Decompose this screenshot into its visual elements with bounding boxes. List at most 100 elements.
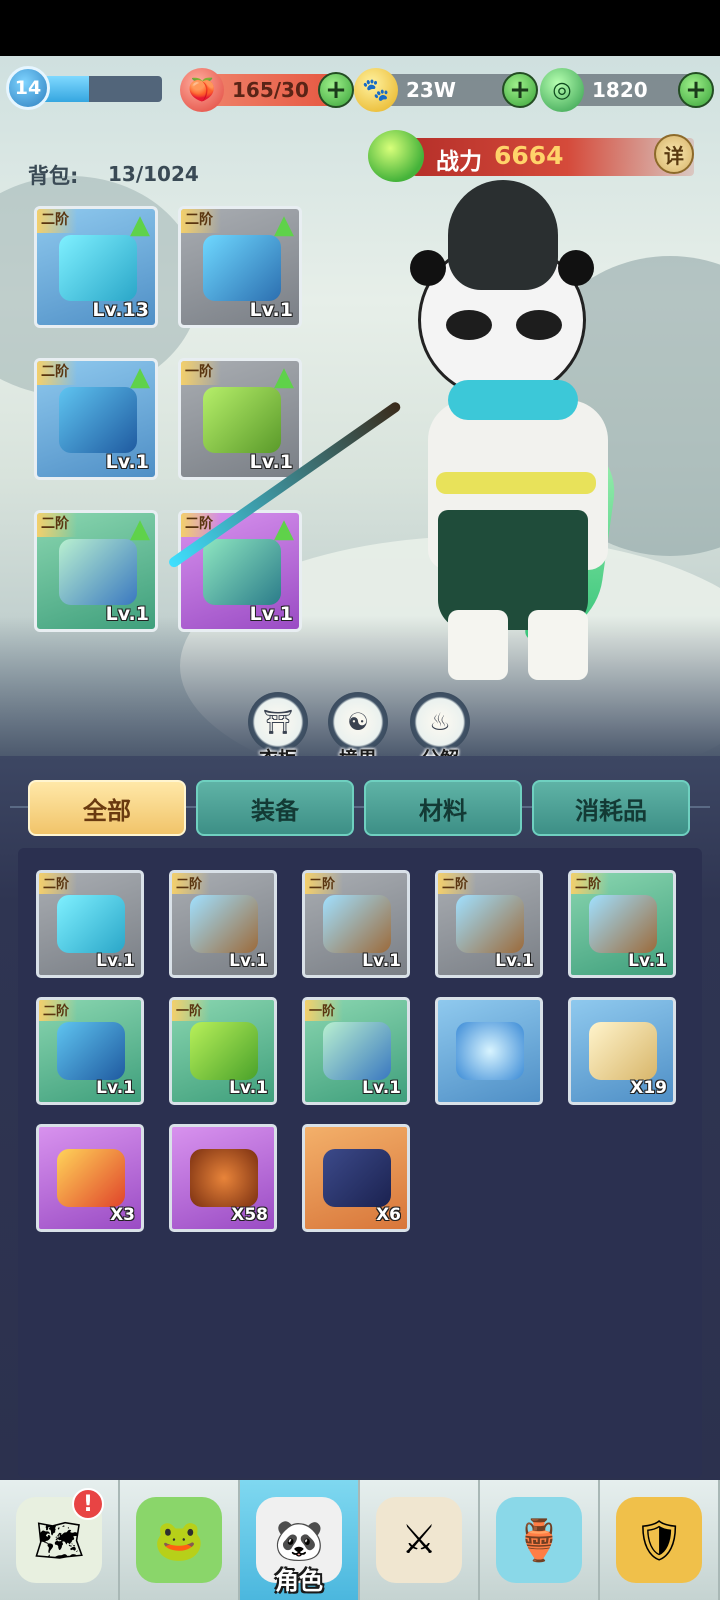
character-belt: [436, 472, 596, 494]
stamina-counter: 🍑 165/30 +: [180, 68, 354, 112]
nav-panda-hat[interactable]: 🐼 角色: [240, 1480, 360, 1600]
paw-coin-icon: 🐾: [354, 68, 398, 112]
character-scarf: [448, 380, 578, 420]
inventory-item-quiver[interactable]: 二阶 Lv.1: [435, 870, 543, 978]
add-jade-button[interactable]: +: [678, 72, 714, 108]
tier-badge: 二阶: [305, 873, 344, 894]
inventory-item-roast-chicken[interactable]: X58: [169, 1124, 277, 1232]
gold-value: 23W: [406, 78, 456, 102]
equipped-belt-slot[interactable]: 一阶 ▲ Lv.1: [178, 358, 302, 480]
bottom-navigation: 🗺! 🐸 🐼 角色 ⚔ 🏺 🛡: [0, 1480, 720, 1600]
nav-gourd[interactable]: 🏺: [480, 1480, 600, 1600]
peach-icon: 🍑: [180, 68, 224, 112]
armor-icon: [59, 387, 137, 453]
tier-badge: 二阶: [571, 873, 610, 894]
character-ear: [410, 250, 446, 286]
inventory-item-sword[interactable]: 二阶 Lv.1: [36, 870, 144, 978]
inventory-section: 全部 装备 材料 消耗品 二阶 Lv.1 二阶 Lv.1 二阶 Lv.1 二阶 Lv.1 二阶 L…: [0, 756, 720, 1480]
character-eye: [516, 310, 562, 340]
inventory-item-book[interactable]: X6: [302, 1124, 410, 1232]
realm-icon: ☯: [328, 692, 388, 752]
tab-all[interactable]: 全部: [28, 780, 186, 836]
nav-shield-paw[interactable]: 🛡: [600, 1480, 720, 1600]
player-level: 14: [14, 77, 42, 99]
upgrade-arrow-icon: ▲: [130, 362, 150, 392]
tab-materials-label: 材料: [419, 796, 467, 825]
inventory-item-scroll[interactable]: X19: [568, 997, 676, 1105]
tier-badge: 二阶: [39, 873, 78, 894]
combat-power: 战力 6664 详: [368, 130, 694, 182]
upgrade-arrow-icon: ▲: [130, 514, 150, 544]
equipped-bracer-slot[interactable]: 二阶 ▲ Lv.1: [34, 510, 158, 632]
tab-all-label: 全部: [83, 796, 131, 825]
nav-frog-coin[interactable]: 🐸: [120, 1480, 240, 1600]
shoulder-icon: [203, 235, 281, 301]
bag-count: 13/1024: [108, 162, 199, 186]
player-level-badge[interactable]: 14: [6, 66, 50, 110]
tab-equipment-label: 装备: [251, 796, 299, 825]
combat-power-label: 战力: [436, 149, 482, 175]
tab-materials[interactable]: 材料: [364, 780, 522, 836]
nav-crossed-swords[interactable]: ⚔: [360, 1480, 480, 1600]
crossed-swords-icon: ⚔: [376, 1497, 462, 1583]
tab-consumables[interactable]: 消耗品: [532, 780, 690, 836]
tier-badge: 一阶: [181, 361, 221, 385]
item-quantity: X58: [231, 1205, 268, 1225]
equipped-armor-slot[interactable]: 二阶 ▲ Lv.1: [34, 358, 158, 480]
nav-map[interactable]: 🗺!: [0, 1480, 120, 1600]
item-level: Lv.1: [105, 603, 149, 625]
combat-power-value: 6664: [494, 141, 564, 170]
sword-icon: [59, 235, 137, 301]
xp-bar: [40, 76, 162, 102]
equipped-boots-slot[interactable]: 二阶 ▲ Lv.1: [178, 510, 302, 632]
power-detail-button[interactable]: 详: [654, 134, 694, 174]
tier-badge: 二阶: [37, 361, 77, 385]
quiver-icon: [190, 895, 258, 953]
tier-badge: 二阶: [39, 1000, 78, 1021]
equipped-sword-slot[interactable]: 二阶 ▲ Lv.13: [34, 206, 158, 328]
item-level: Lv.1: [96, 1078, 135, 1098]
helmet-icon: [190, 1022, 258, 1080]
equipped-shoulder-slot[interactable]: 二阶 ▲ Lv.1: [178, 206, 302, 328]
tier-badge: 二阶: [181, 209, 221, 233]
armor-icon: [57, 1022, 125, 1080]
jade-orb-icon: [368, 130, 424, 182]
item-level: Lv.1: [249, 451, 293, 473]
tab-consumables-label: 消耗品: [575, 796, 647, 825]
lotus-icon: [456, 1022, 524, 1080]
character-hair: [448, 180, 558, 290]
item-level: Lv.1: [628, 951, 667, 971]
add-gold-button[interactable]: +: [502, 72, 538, 108]
gourd-icon: 🏺: [496, 1497, 582, 1583]
gold-counter: 🐾 23W +: [354, 68, 538, 112]
item-level: Lv.1: [249, 299, 293, 321]
sword-icon: [57, 895, 125, 953]
item-level: Lv.13: [92, 299, 149, 321]
character-boot: [448, 610, 508, 680]
upgrade-arrow-icon: ▲: [130, 210, 150, 240]
tier-badge: 一阶: [172, 1000, 211, 1021]
item-level: Lv.1: [362, 951, 401, 971]
stamina-value: 165/30: [232, 78, 309, 102]
tab-equipment[interactable]: 装备: [196, 780, 354, 836]
inventory-item-helmet[interactable]: 一阶 Lv.1: [169, 997, 277, 1105]
add-stamina-button[interactable]: +: [318, 72, 354, 108]
inventory-item-quiver[interactable]: 二阶 Lv.1: [169, 870, 277, 978]
inventory-item-armor[interactable]: 二阶 Lv.1: [36, 997, 144, 1105]
book-icon: [323, 1149, 391, 1207]
bag-label: 背包:: [28, 164, 79, 188]
inventory-item-talisman[interactable]: X3: [36, 1124, 144, 1232]
scroll-icon: [589, 1022, 657, 1080]
tier-badge: 二阶: [37, 209, 77, 233]
upgrade-arrow-icon: ▲: [274, 210, 294, 240]
panda-character[interactable]: [388, 180, 658, 700]
status-bar: [0, 0, 720, 56]
inventory-item-bracer[interactable]: 一阶 Lv.1: [302, 997, 410, 1105]
inventory-item-lotus[interactable]: [435, 997, 543, 1105]
item-level: Lv.1: [229, 1078, 268, 1098]
inventory-item-quiver[interactable]: 二阶 Lv.1: [568, 870, 676, 978]
talisman-icon: [57, 1149, 125, 1207]
inventory-item-quiver[interactable]: 二阶 Lv.1: [302, 870, 410, 978]
bracer-icon: [323, 1022, 391, 1080]
item-quantity: X3: [110, 1205, 135, 1225]
